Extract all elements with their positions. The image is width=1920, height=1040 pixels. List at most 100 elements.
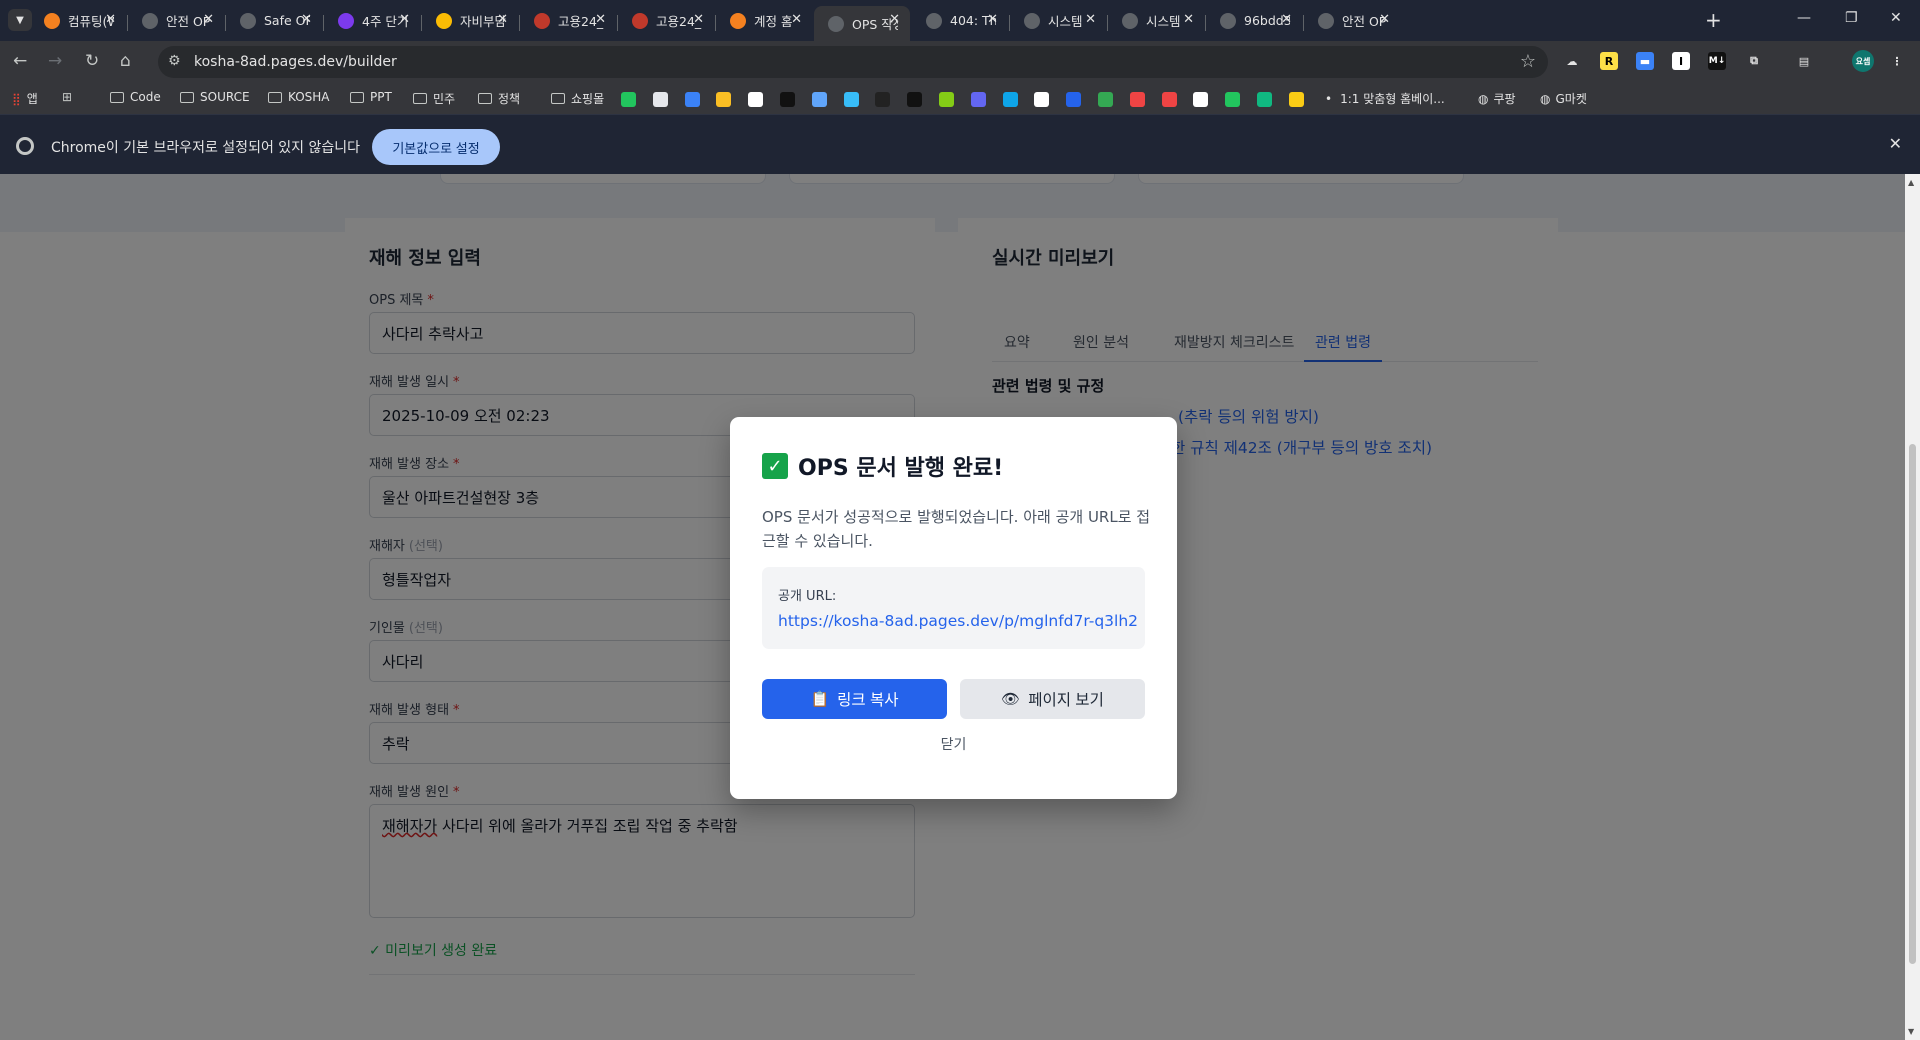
set-default-button[interactable]: 기본값으로 설정 [372,129,500,165]
tab-close-icon[interactable]: ✕ [693,12,704,27]
minimize-button[interactable]: — [1797,10,1811,26]
bookmark-site-icon[interactable] [1193,92,1209,107]
r-extension-icon[interactable]: R [1600,52,1618,70]
tab-close-icon[interactable]: ✕ [497,12,508,27]
i-extension-icon[interactable]: I [1672,52,1690,70]
tab-close-icon[interactable]: ✕ [1379,12,1390,27]
bookmark-folder[interactable]: 쇼핑몰 [551,90,604,107]
browser-tab[interactable]: Safe OP ✕ [226,6,322,35]
bookmark-site-icon[interactable] [1034,92,1050,107]
tab-close-icon[interactable]: ✕ [595,12,606,27]
bookmark-site-icon[interactable] [1288,92,1304,107]
tab-close-icon[interactable]: ✕ [203,12,214,27]
bookmark-site-icon[interactable] [621,92,636,107]
bookmark-site-icon[interactable] [1066,92,1082,107]
close-window-button[interactable]: ✕ [1890,10,1902,26]
forward-button[interactable]: → [48,51,62,71]
bookmark-site-icon[interactable] [1257,92,1272,107]
browser-tab[interactable]: 안전 OP ✕ [1304,6,1400,35]
scroll-up-icon[interactable]: ▲ [1908,178,1914,187]
bookmark-site-icon[interactable] [811,92,827,107]
tab-groups-icon[interactable]: ⊞ [62,90,72,104]
browser-tab[interactable]: 시스템 ✕ [1010,6,1106,35]
bookmark-site-icon[interactable] [1098,92,1113,107]
page-scrollbar[interactable]: ▲ ▼ [1905,174,1920,1040]
infobar-close-icon[interactable]: ✕ [1889,134,1902,153]
tab-close-icon[interactable]: ✕ [399,12,410,27]
bookmark-folder[interactable]: 정책 [478,90,520,107]
bookmark-item-coupang[interactable]: ◍ 쿠팡 [1478,90,1516,107]
bookmark-folder[interactable]: 민주 [413,90,455,107]
bookmark-site-icon[interactable] [684,92,700,107]
bookmark-folder[interactable]: PPT [350,90,392,104]
tab-close-icon[interactable]: ✕ [1085,12,1096,27]
bookmark-site-icon[interactable] [716,92,732,107]
browser-tab[interactable]: 시스템 ✕ [1108,6,1204,35]
menu-kebab-icon[interactable]: ⋮ [1888,52,1906,70]
address-bar[interactable]: ⚙ kosha-8ad.pages.dev/builder ☆ [158,46,1548,78]
browser-tab[interactable]: 자비부담 ✕ [422,6,518,35]
bookmark-item-homebase[interactable]: • 1:1 맞춤형 홈베이... [1325,90,1445,107]
bookmark-site-icon[interactable] [970,92,986,107]
tab-close-icon[interactable]: ✕ [1281,12,1292,27]
new-tab-button[interactable]: + [1705,8,1722,32]
tab-close-icon[interactable]: ✕ [301,12,312,27]
scroll-down-icon[interactable]: ▼ [1908,1027,1914,1036]
tab-separator [1107,15,1108,31]
bookmark-folder[interactable]: Code [110,90,161,104]
tab-close-icon[interactable]: ✕ [1183,12,1194,27]
blue-extension-icon[interactable]: ▬ [1636,52,1654,70]
check-mark-icon: ✓ [762,453,788,479]
browser-tab[interactable]: 4주 단기 ✕ [324,6,420,35]
profile-avatar[interactable]: 요셉 [1852,50,1874,72]
site-info-icon[interactable]: ⚙ [168,53,181,69]
scrollbar-thumb[interactable] [1909,444,1916,964]
bookmark-site-icon[interactable] [1225,92,1241,107]
bookmark-site-icon[interactable] [1161,92,1177,107]
restore-button[interactable]: ❐ [1845,10,1858,26]
tab-close-icon[interactable]: ✕ [105,12,116,27]
back-button[interactable]: ← [13,51,27,71]
bookmark-site-icon[interactable] [907,92,923,107]
cloud-extension-icon[interactable]: ☁ [1563,52,1581,70]
tab-close-icon[interactable]: ✕ [987,12,998,27]
bookmark-site-icon[interactable] [1129,92,1145,107]
browser-tab[interactable]: 404: Thi ✕ [912,6,1008,35]
url-text[interactable]: kosha-8ad.pages.dev/builder [194,54,397,70]
browser-tab[interactable]: OPS 작성✕ [814,6,910,41]
m-extension-icon[interactable]: M↓ [1708,52,1726,70]
browser-tab[interactable]: 계정 홈 ✕ [716,6,812,35]
browser-tab[interactable]: 고용24_ ✕ [520,6,616,35]
bookmark-label: 쿠팡 [1493,92,1516,106]
public-url-link[interactable]: https://kosha-8ad.pages.dev/p/mglnfd7r-q… [778,612,1138,630]
extensions-puzzle-icon[interactable]: ⧉ [1745,52,1763,70]
bookmark-site-icon[interactable] [939,92,954,107]
apps-bookmark[interactable]: ⣿ 앱 [12,90,38,107]
bookmark-star-icon[interactable]: ☆ [1520,51,1536,72]
home-icon[interactable]: ⌂ [120,51,131,71]
bookmark-folder[interactable]: SOURCE [180,90,250,104]
bookmark-site-icon[interactable] [843,92,859,107]
bookmark-folder[interactable]: KOSHA [268,90,330,104]
bookmark-site-icon[interactable] [748,92,764,107]
default-browser-infobar: Chrome이 기본 브라우저로 설정되어 있지 않습니다 기본값으로 설정 ✕ [0,114,1920,174]
modal-close-link[interactable]: 닫기 [730,734,1177,754]
browser-tab[interactable]: 안전 OP ✕ [128,6,224,35]
tab-close-icon[interactable]: ✕ [889,12,900,27]
bookmark-site-icon[interactable] [780,92,795,107]
browser-tab[interactable]: 96bdd3 ✕ [1206,6,1302,35]
tab-strip: ▼ 컴퓨팅(W ✕ 안전 OP ✕ Safe OP ✕ 4주 단기 ✕ 자비부담 ✕ 고용24_ ✕ 고… [0,0,1920,41]
browser-tab[interactable]: 고용24_ ✕ [618,6,714,35]
bookmark-item-gmarket[interactable]: ◍ G마켓 [1540,90,1587,107]
reload-button[interactable]: ↻ [85,51,99,71]
bookmark-site-icon[interactable] [652,92,668,107]
side-panel-icon[interactable]: ▤ [1795,52,1813,70]
bookmark-site-icon[interactable] [875,92,891,107]
bookmark-site-icon[interactable] [1002,92,1018,107]
browser-tab[interactable]: 컴퓨팅(W ✕ [30,6,126,35]
tab-close-icon[interactable]: ✕ [791,12,802,27]
view-page-button[interactable]: 👁 페이지 보기 [960,679,1145,719]
eye-icon: 👁 [1001,691,1021,708]
tab-search-button[interactable]: ▼ [8,9,32,31]
copy-link-button[interactable]: 📋 링크 복사 [762,679,947,719]
